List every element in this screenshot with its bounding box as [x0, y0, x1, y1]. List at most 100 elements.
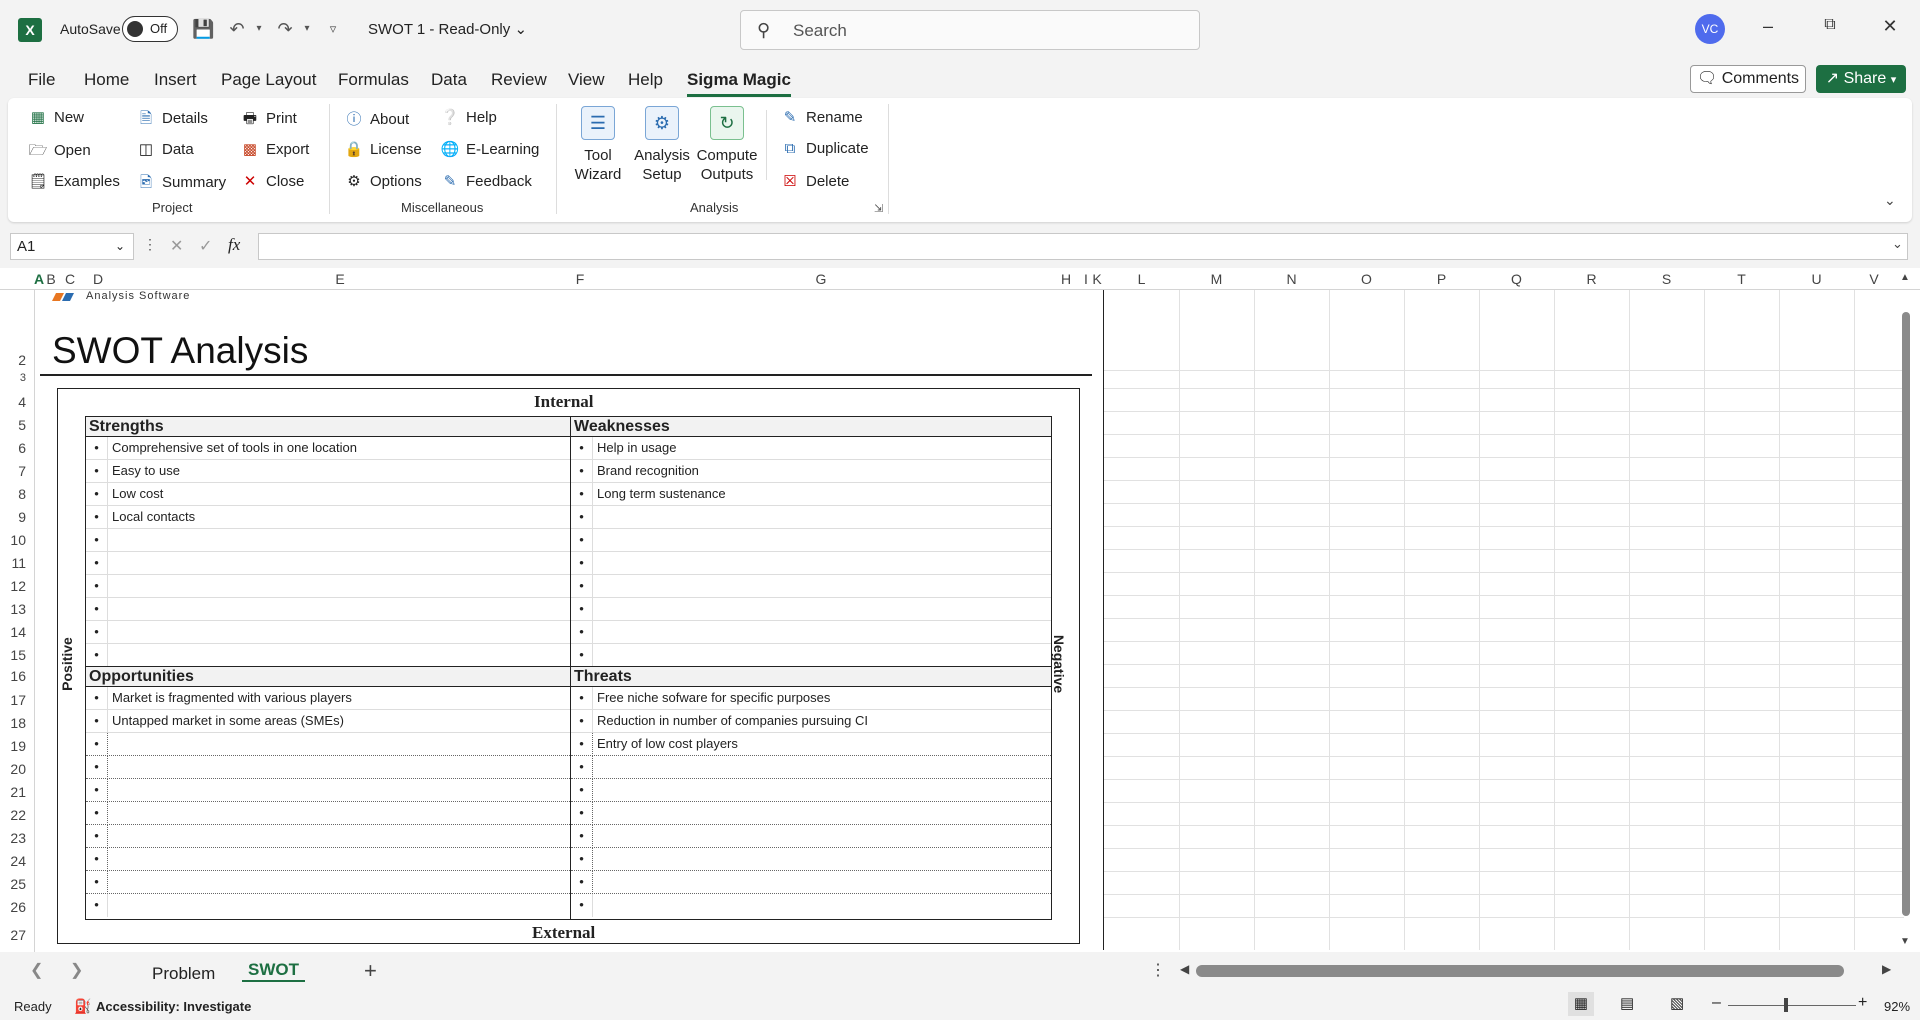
expand-formula-icon[interactable]: ⌄ — [1892, 236, 1903, 252]
column-header[interactable]: K — [1090, 268, 1104, 290]
row-header[interactable]: 3 — [0, 372, 28, 384]
list-item[interactable]: • Comprehensive set of tools in one locat… — [86, 437, 570, 460]
undo-icon[interactable]: ↶ — [226, 18, 248, 40]
tab-view[interactable]: View — [568, 70, 605, 90]
zoom-in-icon[interactable]: + — [1858, 994, 1867, 1012]
column-header[interactable]: D — [88, 268, 108, 290]
tool-wizard-button[interactable]: ☰ Tool Wizard — [568, 106, 628, 184]
tab-home[interactable]: Home — [84, 70, 129, 90]
more-options-icon[interactable]: ⋮ — [143, 236, 157, 253]
scroll-down-icon[interactable]: ▼ — [1900, 936, 1910, 947]
vertical-scrollbar[interactable] — [1902, 312, 1910, 916]
compute-outputs-button[interactable]: ↻ Compute Outputs — [694, 106, 760, 184]
row-header[interactable]: 21 — [0, 784, 28, 800]
redo-icon[interactable]: ↷ — [274, 18, 296, 40]
list-item[interactable]: • Help in usage — [571, 437, 1051, 460]
help-button[interactable]: ❔ Help — [440, 108, 497, 126]
list-item[interactable]: • — [86, 871, 570, 894]
row-header[interactable]: 27 — [0, 927, 28, 943]
tab-file[interactable]: File — [28, 70, 55, 90]
list-item[interactable]: • — [571, 644, 1051, 667]
list-item[interactable]: • — [571, 575, 1051, 598]
row-header[interactable]: 9 — [0, 509, 28, 525]
list-item[interactable]: • — [571, 848, 1051, 871]
row-header[interactable]: 25 — [0, 876, 28, 892]
column-header[interactable]: O — [1329, 268, 1404, 290]
row-header[interactable]: 19 — [0, 738, 28, 754]
list-item[interactable]: • Untapped market in some areas (SMEs) — [86, 710, 570, 733]
list-item[interactable]: • — [86, 848, 570, 871]
column-header[interactable]: E — [110, 268, 570, 290]
row-header[interactable]: 18 — [0, 715, 28, 731]
examples-button[interactable]: 🗒 Examples — [28, 172, 119, 190]
zoom-level[interactable]: 92% — [1884, 999, 1910, 1014]
prev-sheet-icon[interactable]: ❮ — [30, 960, 43, 980]
column-header[interactable]: L — [1104, 268, 1179, 290]
list-item[interactable]: • — [571, 598, 1051, 621]
options-button[interactable]: ⚙ Options — [344, 172, 421, 190]
list-item[interactable]: • — [571, 529, 1051, 552]
collapse-ribbon-icon[interactable]: ⌄ — [1884, 192, 1896, 209]
open-button[interactable]: 🗁 Open — [28, 140, 91, 165]
row-header[interactable]: 10 — [0, 532, 28, 548]
scroll-up-icon[interactable]: ▲ — [1900, 272, 1910, 283]
list-item[interactable]: • Reduction in number of companies pursui… — [571, 710, 1051, 733]
cancel-icon[interactable]: ✕ — [170, 236, 183, 256]
dialog-launcher-icon[interactable]: ⇲ — [874, 202, 883, 215]
list-item[interactable]: • — [86, 894, 570, 917]
row-header[interactable]: 8 — [0, 486, 28, 502]
page-break-view-icon[interactable]: ▧ — [1670, 994, 1684, 1012]
delete-button[interactable]: ☒ Delete — [780, 172, 849, 190]
list-item[interactable]: • — [571, 825, 1051, 848]
about-button[interactable]: ⓘ About — [344, 108, 409, 129]
row-header[interactable]: 22 — [0, 807, 28, 823]
column-header[interactable]: V — [1854, 268, 1894, 290]
column-header[interactable]: A — [34, 268, 44, 290]
tab-page-layout[interactable]: Page Layout — [221, 70, 316, 90]
rename-button[interactable]: ✎ Rename — [780, 108, 863, 126]
comments-button[interactable]: 🗨 Comments — [1690, 65, 1806, 93]
zoom-out-icon[interactable]: – — [1712, 994, 1721, 1012]
normal-view-icon[interactable]: ▦ — [1568, 992, 1594, 1016]
tab-formulas[interactable]: Formulas — [338, 70, 409, 90]
analysis-setup-button[interactable]: ⚙ Analysis Setup — [630, 106, 694, 184]
zoom-slider-thumb[interactable] — [1784, 998, 1788, 1012]
list-item[interactable]: • — [86, 825, 570, 848]
column-header[interactable]: G — [590, 268, 1052, 290]
list-item[interactable]: • — [86, 644, 570, 667]
print-button[interactable]: 🖶 Print — [240, 108, 297, 133]
customize-toolbar-icon[interactable]: ▿ — [322, 18, 344, 40]
tab-help[interactable]: Help — [628, 70, 663, 90]
close-icon[interactable]: ✕ — [1875, 16, 1905, 42]
list-item[interactable]: • — [86, 575, 570, 598]
list-item[interactable]: • — [86, 621, 570, 644]
list-item[interactable]: • — [86, 802, 570, 825]
avatar[interactable]: VC — [1695, 14, 1725, 44]
column-header[interactable]: C — [63, 268, 77, 290]
document-title[interactable]: SWOT 1 - Read-Only ⌄ — [368, 20, 527, 38]
more-options-icon[interactable]: ⋮ — [1150, 960, 1166, 980]
export-button[interactable]: ▩ Export — [240, 140, 309, 158]
row-header[interactable]: 11 — [0, 555, 28, 571]
list-item[interactable]: • — [571, 779, 1051, 802]
column-header[interactable]: M — [1179, 268, 1254, 290]
scroll-left-icon[interactable]: ◀ — [1180, 962, 1189, 976]
row-header[interactable]: 7 — [0, 463, 28, 479]
accessibility-icon[interactable]: ⛽ — [74, 998, 91, 1015]
check-icon[interactable]: ✓ — [199, 236, 212, 256]
list-item[interactable]: • — [571, 871, 1051, 894]
accessibility-status[interactable]: Accessibility: Investigate — [96, 999, 251, 1014]
close-project-button[interactable]: ✕ Close — [240, 172, 305, 190]
worksheet[interactable]: A B C D E F G H I K L M N O P Q R S T U … — [0, 268, 1920, 952]
share-button[interactable]: ↗ Share ▾ — [1816, 65, 1906, 93]
list-item[interactable]: • Local contacts — [86, 506, 570, 529]
search-box[interactable]: ⚲ Search — [740, 10, 1200, 50]
list-item[interactable]: • Brand recognition — [571, 460, 1051, 483]
insert-function-icon[interactable]: fx — [228, 235, 240, 255]
license-button[interactable]: 🔒 License — [344, 140, 422, 158]
row-header[interactable]: 2 — [0, 352, 28, 368]
column-header[interactable]: H — [1054, 268, 1078, 290]
row-header[interactable]: 4 — [0, 394, 28, 410]
add-sheet-icon[interactable]: + — [364, 958, 377, 984]
minimize-icon[interactable]: – — [1753, 16, 1783, 42]
